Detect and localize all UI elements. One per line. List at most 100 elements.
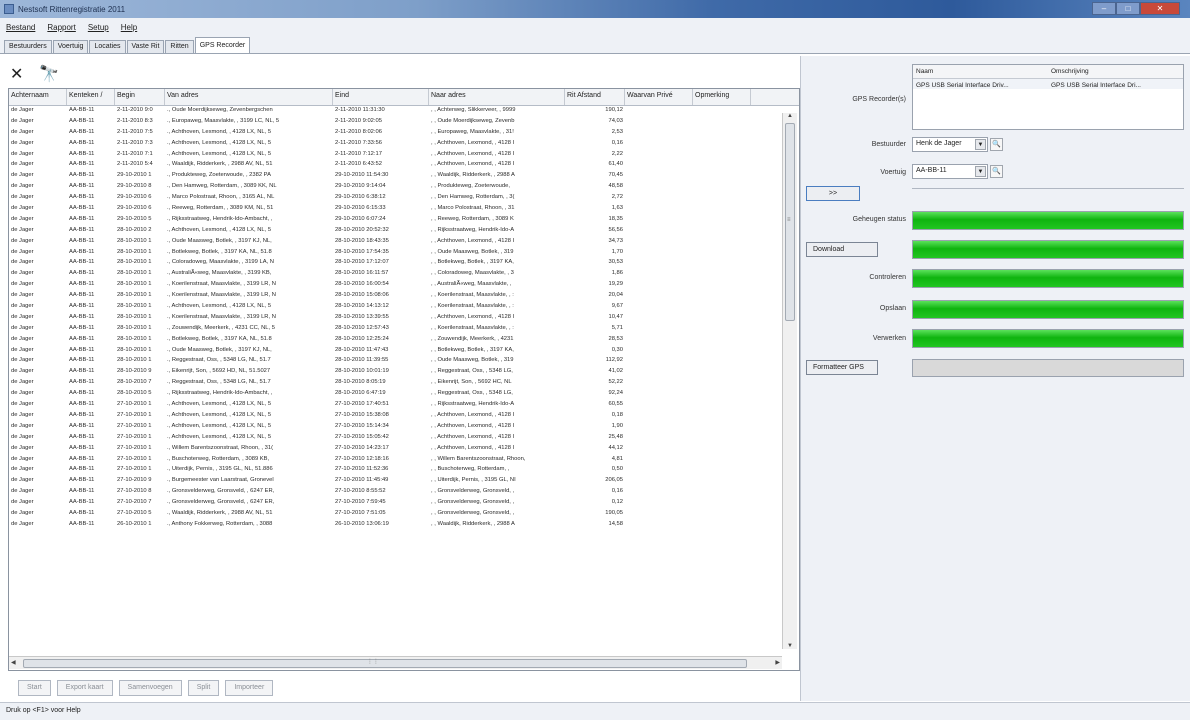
table-cell: de Jager (11, 215, 34, 222)
tab-bestuurders[interactable]: Bestuurders (4, 40, 52, 53)
app-icon (4, 4, 14, 14)
table-cell: ., Achthoven, Lexmond, , 4128 LX, NL, 5 (167, 226, 272, 233)
table-row[interactable]: de Jager AA-BB-11 28-10-2010 1 ., Botlekweg… (9, 335, 799, 346)
table-row[interactable]: de Jager AA-BB-11 27-10-2010 1 ., Achthoven… (9, 433, 799, 444)
table-row[interactable]: de Jager AA-BB-11 28-10-2010 1 ., Zouwendij… (9, 324, 799, 335)
vertical-scrollbar[interactable]: ▲ ≡ ▼ (782, 113, 797, 649)
scroll-down-icon[interactable]: ▼ (787, 643, 793, 649)
scroll-up-icon[interactable]: ▲ (787, 113, 793, 119)
table-cell: 2-11-2010 8:3 (117, 117, 153, 124)
trips-grid[interactable]: Achternaam Kenteken / Begin Van adres Ei… (8, 88, 800, 671)
table-cell: 27-10-2010 1 (117, 433, 152, 440)
bestuurder-select[interactable]: Henk de Jager ▼ (912, 137, 988, 152)
tab-locaties[interactable]: Locaties (89, 40, 126, 53)
column-header[interactable]: Achternaam (9, 89, 67, 105)
table-cell: AA-BB-11 (69, 313, 95, 320)
menu-rapport[interactable]: Rapport (47, 23, 75, 32)
tab-vaste-rit[interactable]: Vaste Rit (126, 40, 165, 53)
table-row[interactable]: de Jager AA-BB-11 28-10-2010 7 ., Reggestra… (9, 378, 799, 389)
column-header[interactable]: Waarvan Privé (625, 89, 693, 105)
binoculars-icon[interactable]: 🔭 (39, 64, 59, 83)
column-header[interactable]: Naam (913, 65, 1048, 78)
maximize-button[interactable]: □ (1116, 2, 1140, 15)
table-row[interactable]: de Jager AA-BB-11 28-10-2010 1 ., Achthoven… (9, 302, 799, 313)
table-row[interactable]: de Jager AA-BB-11 27-10-2010 8 ., Gronsveld… (9, 487, 799, 498)
table-cell (693, 106, 751, 117)
chevron-down-icon[interactable]: ▼ (975, 166, 986, 177)
table-row[interactable]: de Jager AA-BB-11 28-10-2010 1 ., Botlekweg… (9, 248, 799, 259)
table-row[interactable]: de Jager AA-BB-11 2-11-2010 7:1 ., Achthove… (9, 150, 799, 161)
table-row[interactable]: de Jager AA-BB-11 27-10-2010 1 ., Achthoven… (9, 422, 799, 433)
table-row[interactable]: de Jager AA-BB-11 29-10-2010 1 ., Produktew… (9, 171, 799, 182)
table-row[interactable]: de Jager AA-BB-11 29-10-2010 8 ., Den Hamwe… (9, 182, 799, 193)
tab-voertuig[interactable]: Voertuig (52, 40, 89, 53)
table-row[interactable]: de Jager AA-BB-11 27-10-2010 1 ., Achthoven… (9, 411, 799, 422)
column-header[interactable]: Begin (115, 89, 165, 105)
table-row[interactable]: de Jager AA-BB-11 27-10-2010 5 ., Waaldijk,… (9, 509, 799, 520)
table-row[interactable]: de Jager AA-BB-11 2-11-2010 7:3 ., Achthove… (9, 139, 799, 150)
table-row[interactable]: de Jager AA-BB-11 27-10-2010 1 ., Achthoven… (9, 400, 799, 411)
scroll-left-icon[interactable]: ◀ (11, 659, 16, 666)
export-kaart-button[interactable]: Export kaart (56, 680, 113, 696)
start-button[interactable]: Start (18, 680, 51, 696)
table-row[interactable]: de Jager AA-BB-11 28-10-2010 5 ., Rijksstra… (9, 389, 799, 400)
table-row[interactable]: de Jager AA-BB-11 2-11-2010 7:5 ., Achthove… (9, 128, 799, 139)
table-row[interactable]: de Jager AA-BB-11 29-10-2010 6 ., Reeweg, R… (9, 204, 799, 215)
samenvoegen-button[interactable]: Samenvoegen (118, 680, 182, 696)
column-header[interactable]: Omschrijving (1048, 65, 1183, 78)
recorder-row[interactable]: GPS USB Serial Interface Driv... GPS USB… (913, 79, 1183, 89)
gps-recorder-list[interactable]: Naam Omschrijving GPS USB Serial Interfa… (912, 64, 1184, 130)
minimize-button[interactable]: – (1092, 2, 1116, 15)
table-cell: 28-10-2010 17:54:35 (335, 248, 389, 255)
table-row[interactable]: de Jager AA-BB-11 28-10-2010 1 ., Oude Maas… (9, 237, 799, 248)
table-row[interactable]: de Jager AA-BB-11 29-10-2010 5 ., Rijksstra… (9, 215, 799, 226)
table-cell: , , Reggestraat, Oss, , 5348 LG, (431, 390, 513, 397)
download-button[interactable]: Download (806, 242, 878, 257)
table-row[interactable]: de Jager AA-BB-11 27-10-2010 1 ., Uiterdijk… (9, 465, 799, 476)
table-row[interactable]: de Jager AA-BB-11 2-11-2010 9:0 ., Oude Moe… (9, 106, 799, 117)
table-row[interactable]: de Jager AA-BB-11 27-10-2010 1 ., Willem Ba… (9, 444, 799, 455)
table-cell: de Jager (11, 107, 34, 113)
menu-help[interactable]: Help (121, 23, 137, 32)
scroll-right-icon[interactable]: ▶ (775, 659, 780, 666)
menu-setup[interactable]: Setup (88, 23, 109, 32)
table-row[interactable]: de Jager AA-BB-11 2-11-2010 5:4 ., Waaldijk… (9, 160, 799, 171)
magnifier-icon[interactable]: 🔍 (990, 165, 1003, 178)
table-cell: 0,30 (611, 346, 623, 353)
delete-icon[interactable]: ✕ (10, 64, 23, 83)
next-button[interactable]: >> (806, 186, 860, 201)
horizontal-scroll-thumb[interactable] (23, 659, 747, 668)
split-button[interactable]: Split (187, 680, 220, 696)
table-row[interactable]: de Jager AA-BB-11 2-11-2010 8:3 ., Europawe… (9, 117, 799, 128)
table-row[interactable]: de Jager AA-BB-11 27-10-2010 9 ., Burgemees… (9, 476, 799, 487)
table-row[interactable]: de Jager AA-BB-11 28-10-2010 2 ., Achthoven… (9, 226, 799, 237)
chevron-down-icon[interactable]: ▼ (975, 139, 986, 150)
column-header[interactable]: Opmerking (693, 89, 751, 105)
table-row[interactable]: de Jager AA-BB-11 27-10-2010 7 ., Gronsveld… (9, 498, 799, 509)
table-row[interactable]: de Jager AA-BB-11 29-10-2010 6 ., Marco Pol… (9, 193, 799, 204)
table-row[interactable]: de Jager AA-BB-11 28-10-2010 1 ., Reggestra… (9, 356, 799, 367)
table-row[interactable]: de Jager AA-BB-11 28-10-2010 1 ., Koerilens… (9, 291, 799, 302)
menu-bestand[interactable]: Bestand (6, 23, 35, 32)
table-row[interactable]: de Jager AA-BB-11 26-10-2010 1 ., Anthony F… (9, 520, 799, 531)
column-header[interactable]: Kenteken / (67, 89, 115, 105)
importeer-button[interactable]: Importeer (225, 680, 274, 696)
table-row[interactable]: de Jager AA-BB-11 27-10-2010 1 ., Buschoter… (9, 455, 799, 466)
column-header[interactable]: Rit Afstand (565, 89, 625, 105)
table-row[interactable]: de Jager AA-BB-11 28-10-2010 1 ., Koerilens… (9, 280, 799, 291)
column-header[interactable]: Naar adres (429, 89, 565, 105)
tab-gps-recorder[interactable]: GPS Recorder (194, 37, 251, 53)
voertuig-select[interactable]: AA-BB-11 ▼ (912, 164, 988, 179)
horizontal-scrollbar[interactable]: ◀ ⋮⋮ ▶ (9, 656, 782, 669)
table-row[interactable]: de Jager AA-BB-11 28-10-2010 1 ., Oude Maas… (9, 346, 799, 357)
column-header[interactable]: Eind (333, 89, 429, 105)
table-row[interactable]: de Jager AA-BB-11 28-10-2010 1 ., Coloradow… (9, 258, 799, 269)
table-row[interactable]: de Jager AA-BB-11 28-10-2010 9 ., Eikenrijt… (9, 367, 799, 378)
tab-ritten[interactable]: Ritten (165, 40, 194, 53)
formatteer-gps-button[interactable]: Formatteer GPS (806, 360, 878, 375)
table-row[interactable]: de Jager AA-BB-11 28-10-2010 1 ., AustraliÃ… (9, 269, 799, 280)
magnifier-icon[interactable]: 🔍 (990, 138, 1003, 151)
table-row[interactable]: de Jager AA-BB-11 28-10-2010 1 ., Koerilens… (9, 313, 799, 324)
close-window-button[interactable]: ✕ (1140, 2, 1180, 15)
column-header[interactable]: Van adres (165, 89, 333, 105)
